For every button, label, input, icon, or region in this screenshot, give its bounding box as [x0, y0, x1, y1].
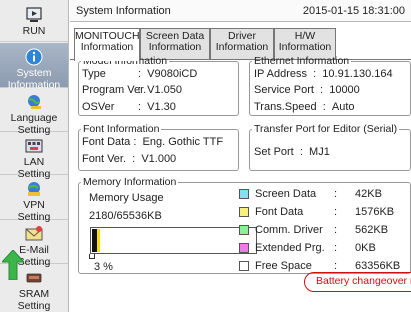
sidebar-item-lan-setting[interactable]: LAN Setting — [0, 133, 68, 180]
percent-marker — [89, 254, 95, 259]
sidebar-item-label: System — [16, 67, 52, 79]
set-port-value: MJ1 — [309, 146, 330, 158]
program-ver-value: V1.050 — [147, 84, 183, 96]
service-port-label: Service Port — [254, 84, 314, 96]
font-data-value: Eng. Gothic TTF — [142, 136, 224, 148]
legend-size: 1576KB — [355, 206, 395, 218]
legend-swatch — [239, 225, 249, 235]
group-legend: Memory Information — [83, 176, 177, 188]
page-title: System Information — [76, 5, 171, 17]
legend-size: 63356KB — [355, 260, 401, 272]
os-ver-label: OSVer — [82, 101, 115, 113]
trans-speed-row: Trans.Speed : Auto — [254, 101, 355, 113]
sidebar-item-label: Language — [10, 112, 58, 124]
sidebar-item-language-setting[interactable]: Language Setting — [0, 89, 68, 136]
font-ver-value: V1.000 — [141, 153, 177, 165]
tab-label: Information — [278, 41, 332, 53]
service-port-row: Service Port : 10000 — [254, 84, 360, 96]
legend-separator: : — [334, 224, 338, 236]
memory-usage-bar — [90, 227, 257, 254]
trans-speed-value: Auto — [331, 101, 355, 113]
legend-size: 42KB — [355, 188, 382, 200]
os-ver-value: V1.30 — [147, 101, 176, 113]
main-panel: System Information 2015-01-15 18:31:00 M… — [70, 0, 411, 312]
legend-size: 562KB — [355, 224, 389, 236]
program-ver-label-row: Program Ver. — [82, 84, 146, 96]
legend-name: Free Space — [255, 260, 312, 272]
sidebar-item-label: Setting — [17, 300, 51, 312]
legend-separator: : — [334, 260, 338, 272]
program-ver-row: : V1.050 — [138, 84, 183, 96]
service-port-value: 10000 — [329, 84, 360, 96]
language-icon — [28, 95, 41, 109]
sidebar-item-label: RUN — [22, 25, 46, 37]
tab-label: Information — [215, 41, 269, 53]
datetime: 2015-01-15 18:31:00 — [302, 5, 405, 17]
legend-name: Font Data — [255, 206, 304, 218]
tab-monitouch-information[interactable]: MONITOUCH Information — [74, 28, 140, 61]
tab-label: Information — [80, 41, 134, 53]
vpn-icon — [28, 182, 40, 196]
scroll-up-arrow-icon[interactable] — [2, 250, 24, 280]
memory-percent: 3 % — [94, 261, 113, 273]
program-ver-label: Program Ver. — [82, 84, 147, 96]
legend-swatch — [239, 243, 249, 253]
os-ver-label-row: OSVer — [82, 101, 114, 113]
ip-address-value: 10.91.130.164 — [322, 68, 393, 80]
sidebar-item-run[interactable]: RUN — [0, 0, 68, 42]
sidebar: RUN System Information Language Setting … — [0, 0, 69, 312]
font-data-row: Font Data : Eng. Gothic TTF — [82, 136, 224, 148]
type-value: V9080iCD — [147, 68, 198, 80]
legend-swatch — [239, 261, 249, 271]
set-port-label: Set Port — [254, 146, 294, 158]
font-data-label: Font Data — [82, 136, 131, 148]
tab-label: Information — [148, 41, 202, 53]
sidebar-item-label: LAN — [23, 156, 45, 168]
memory-usage-label: Memory Usage — [89, 192, 164, 204]
group-legend: Ethernet Information — [254, 55, 350, 67]
sram-icon — [26, 273, 42, 283]
os-ver-row: : V1.30 — [138, 101, 176, 113]
legend-name: Screen Data — [255, 188, 317, 200]
battery-warning-button[interactable]: Battery changeover require — [304, 272, 411, 292]
type-label: Type — [82, 68, 106, 80]
legend-size: 0KB — [355, 242, 376, 254]
legend-swatch — [239, 189, 249, 199]
legend-swatch — [239, 207, 249, 217]
sidebar-item-label: VPN — [23, 199, 45, 211]
run-icon — [26, 7, 42, 22]
title-bar: System Information 2015-01-15 18:31:00 — [70, 0, 411, 22]
legend-name: Extended Prg. — [255, 242, 325, 254]
type-value-row: : V9080iCD — [138, 68, 198, 80]
group-legend: Font Information — [83, 123, 160, 135]
ip-address-row: IP Address : 10.91.130.164 — [254, 68, 393, 80]
sidebar-item-vpn-setting[interactable]: VPN Setting — [0, 176, 68, 223]
legend-name: Comm. Driver — [255, 224, 323, 236]
font-ver-label: Font Ver. — [82, 153, 127, 165]
email-icon — [25, 226, 43, 241]
trans-speed-label: Trans.Speed — [254, 101, 317, 113]
legend-separator: : — [334, 188, 338, 200]
ip-address-label: IP Address — [254, 68, 307, 80]
memory-usage-bar-accent — [97, 229, 100, 252]
sidebar-item-system-information[interactable]: System Information — [0, 43, 68, 91]
info-icon — [25, 48, 43, 66]
group-legend: Transfer Port for Editor (Serial) — [254, 123, 398, 135]
type-row: Type — [82, 68, 106, 80]
sidebar-item-label: SRAM — [18, 288, 50, 300]
lan-icon — [25, 139, 43, 153]
memory-usage-value: 2180/65536KB — [89, 210, 162, 222]
legend-separator: : — [334, 206, 338, 218]
set-port-row: Set Port : MJ1 — [254, 146, 330, 158]
legend-separator: : — [334, 242, 338, 254]
font-ver-row: Font Ver. : V1.000 — [82, 153, 177, 165]
